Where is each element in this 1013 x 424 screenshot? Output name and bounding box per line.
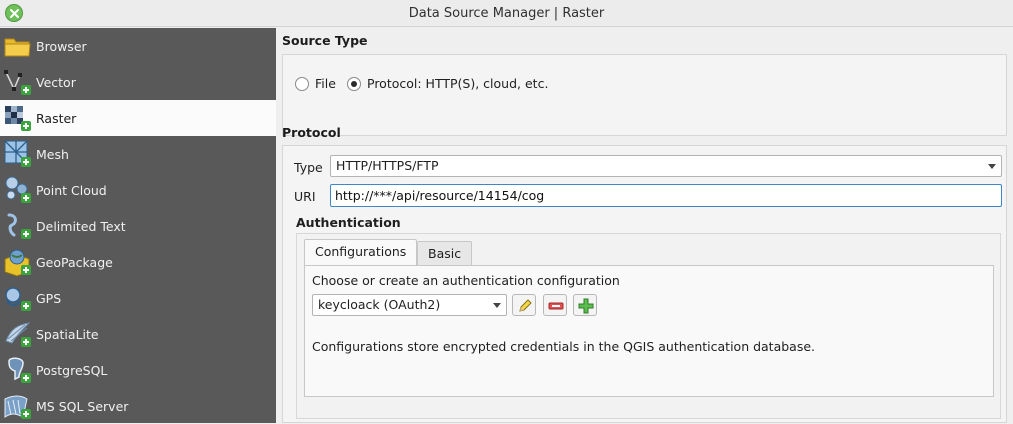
minus-icon <box>548 302 564 310</box>
auth-info-text: Configurations store encrypted credentia… <box>312 339 816 354</box>
postgresql-icon <box>3 355 33 385</box>
sidebar-item-geopackage[interactable]: GeoPackage <box>0 244 276 280</box>
type-select-value: HTTP/HTTPS/FTP <box>336 158 439 173</box>
sidebar-item-label: Delimited Text <box>36 218 126 234</box>
tab-configurations[interactable]: Configurations <box>304 239 418 266</box>
sidebar-item-spatialite[interactable]: SpatiaLite <box>0 316 276 352</box>
sidebar-item-point-cloud[interactable]: Point Cloud <box>0 172 276 208</box>
mesh-icon <box>3 139 33 169</box>
choose-config-label: Choose or create an authentication confi… <box>312 273 620 288</box>
sidebar-item-postgresql[interactable]: PostgreSQL <box>0 352 276 388</box>
main-content: Source Type File Protocol: HTTP(S), clou… <box>282 28 1007 423</box>
sidebar-item-label: Vector <box>36 74 76 90</box>
protocol-title: Protocol <box>282 125 341 140</box>
sidebar-item-delimited-text[interactable]: Delimited Text <box>0 208 276 244</box>
protocol-radio-label: Protocol: HTTP(S), cloud, etc. <box>367 76 549 91</box>
sidebar-item-label: Mesh <box>36 146 69 162</box>
sidebar-item-label: SpatiaLite <box>36 326 99 342</box>
delimited-text-icon <box>3 211 33 241</box>
sidebar-item-ms-sql-server[interactable]: MS SQL Server <box>0 388 276 424</box>
plus-icon <box>578 298 594 314</box>
protocol-radio[interactable] <box>347 76 361 91</box>
point-cloud-icon <box>3 175 33 205</box>
authentication-title: Authentication <box>296 215 401 230</box>
mssql-icon <box>3 391 33 421</box>
type-select[interactable]: HTTP/HTTPS/FTP <box>330 155 1002 177</box>
uri-input[interactable]: http://***/api/resource/14154/cog <box>330 184 1002 207</box>
sidebar-item-label: Point Cloud <box>36 182 107 198</box>
protocol-radio-option[interactable]: Protocol: HTTP(S), cloud, etc. <box>347 76 548 91</box>
protocol-panel: Type HTTP/HTTPS/FTP URI http://***/api/r… <box>282 145 1007 423</box>
configurations-tab-panel: Choose or create an authentication confi… <box>304 265 994 397</box>
sidebar-item-label: Browser <box>36 38 87 54</box>
sidebar-item-label: GeoPackage <box>36 254 113 270</box>
raster-icon <box>3 103 33 133</box>
sidebar-item-browser[interactable]: Browser <box>0 28 276 64</box>
spatialite-icon <box>3 319 33 349</box>
source-type-panel: File Protocol: HTTP(S), cloud, etc. <box>282 54 1007 136</box>
sidebar-item-raster[interactable]: Raster <box>0 100 276 136</box>
pencil-icon <box>519 299 532 312</box>
file-radio-label: File <box>315 76 336 91</box>
sidebar-item-label: GPS <box>36 290 62 306</box>
file-radio[interactable] <box>295 76 309 91</box>
sidebar-item-vector[interactable]: Vector <box>0 64 276 100</box>
chevron-down-icon <box>988 164 996 169</box>
sidebar-item-label: MS SQL Server <box>36 398 129 414</box>
add-config-button[interactable] <box>573 294 597 316</box>
sidebar-item-label: PostgreSQL <box>36 362 108 378</box>
auth-config-value: keycloack (OAuth2) <box>318 297 441 312</box>
sidebar-item-mesh[interactable]: Mesh <box>0 136 276 172</box>
uri-label: URI <box>294 189 316 204</box>
sidebar-item-gps[interactable]: GPS <box>0 280 276 316</box>
tab-basic[interactable]: Basic <box>417 241 473 266</box>
edit-config-button[interactable] <box>512 294 536 316</box>
file-radio-option[interactable]: File <box>295 76 336 91</box>
auth-config-select[interactable]: keycloack (OAuth2) <box>312 294 507 316</box>
folder-icon <box>3 31 33 61</box>
sidebar-item-label: Raster <box>36 110 77 126</box>
remove-config-button[interactable] <box>543 294 567 316</box>
type-label: Type <box>294 160 323 175</box>
geopackage-icon <box>3 247 33 277</box>
title-bar: Data Source Manager | Raster <box>0 0 1013 27</box>
source-type-title: Source Type <box>282 33 368 48</box>
authentication-group: Configurations Basic Choose or create an… <box>296 233 1001 419</box>
gps-icon <box>3 283 33 313</box>
window-title: Data Source Manager | Raster <box>408 6 605 21</box>
sidebar: Browser Vector Raster Mesh Point Cloud D… <box>0 28 276 423</box>
vector-icon <box>3 67 33 97</box>
chevron-down-icon <box>493 303 501 308</box>
